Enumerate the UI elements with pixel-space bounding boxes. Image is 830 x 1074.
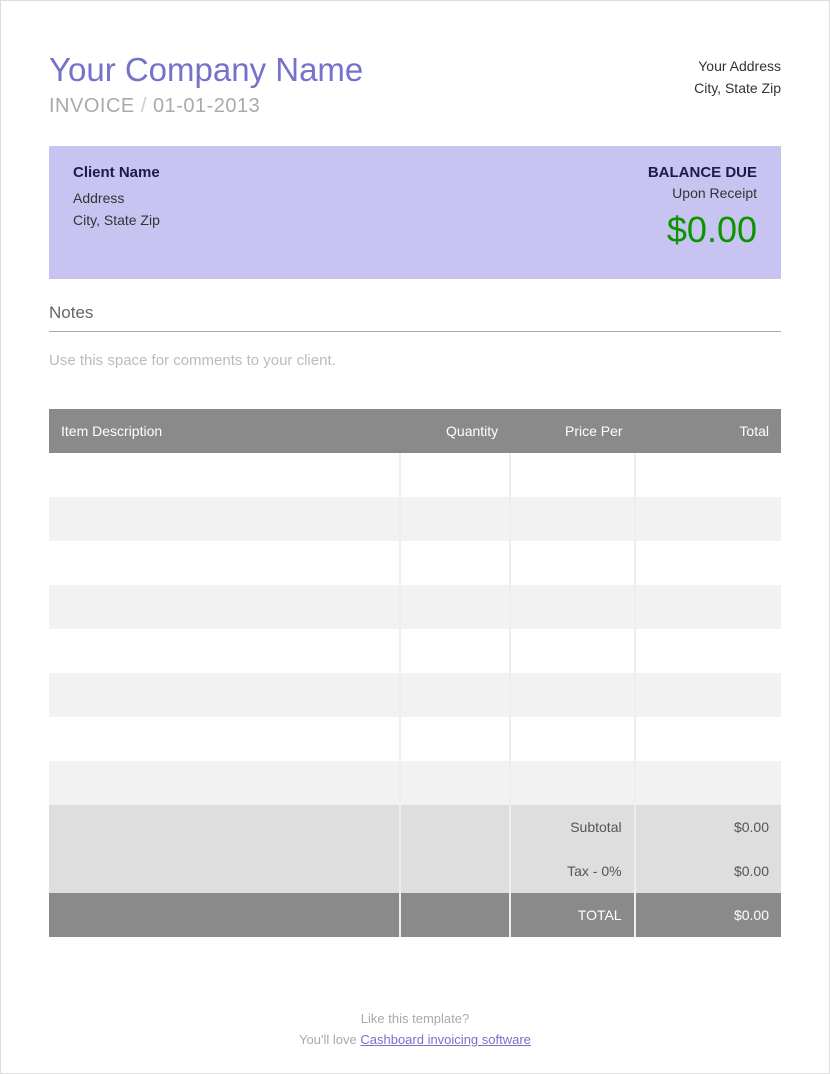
table-row <box>49 761 781 805</box>
client-address-line1: Address <box>73 187 160 209</box>
items-table-head: Item Description Quantity Price Per Tota… <box>49 409 781 453</box>
total-label: TOTAL <box>510 893 634 937</box>
footer-link[interactable]: Cashboard invoicing software <box>360 1032 531 1047</box>
table-cell-desc <box>49 673 400 717</box>
client-address-line2: City, State Zip <box>73 209 160 231</box>
notes-heading: Notes <box>49 303 781 323</box>
table-cell-total <box>635 761 781 805</box>
table-row <box>49 585 781 629</box>
table-row <box>49 453 781 497</box>
table-cell-qty <box>400 717 510 761</box>
table-row <box>49 673 781 717</box>
table-cell-price <box>510 541 634 585</box>
company-name: Your Company Name <box>49 51 363 89</box>
items-table: Item Description Quantity Price Per Tota… <box>49 409 781 937</box>
header-quantity: Quantity <box>400 409 510 453</box>
table-cell-total <box>635 453 781 497</box>
your-address-line1: Your Address <box>694 55 781 77</box>
subtotal-value: $0.00 <box>635 805 781 849</box>
footer: Like this template? You'll love Cashboar… <box>1 1009 829 1051</box>
table-cell-desc <box>49 761 400 805</box>
table-cell-price <box>510 673 634 717</box>
table-cell-total <box>635 717 781 761</box>
table-cell-desc <box>49 717 400 761</box>
table-cell-price <box>510 497 634 541</box>
table-cell-total <box>635 585 781 629</box>
table-row <box>49 541 781 585</box>
header-total: Total <box>635 409 781 453</box>
header: Your Company Name INVOICE / 01-01-2013 Y… <box>49 51 781 118</box>
subtotal-row: Subtotal $0.00 <box>49 805 781 849</box>
footer-line1: Like this template? <box>1 1009 829 1030</box>
table-cell-desc <box>49 497 400 541</box>
balance-amount: $0.00 <box>648 209 757 251</box>
total-row: TOTAL $0.00 <box>49 893 781 937</box>
table-row <box>49 717 781 761</box>
table-cell-qty <box>400 629 510 673</box>
table-cell-desc <box>49 541 400 585</box>
footer-line2: You'll love Cashboard invoicing software <box>1 1030 829 1051</box>
table-cell-total <box>635 673 781 717</box>
total-value: $0.00 <box>635 893 781 937</box>
items-table-body <box>49 453 781 805</box>
tax-row: Tax - 0% $0.00 <box>49 849 781 893</box>
table-cell-desc <box>49 453 400 497</box>
balance-due-label: BALANCE DUE <box>648 164 757 181</box>
header-description: Item Description <box>49 409 400 453</box>
table-cell-total <box>635 541 781 585</box>
table-cell-desc <box>49 629 400 673</box>
table-cell-price <box>510 453 634 497</box>
table-cell-price <box>510 717 634 761</box>
table-cell-total <box>635 629 781 673</box>
invoice-page: Your Company Name INVOICE / 01-01-2013 Y… <box>0 0 830 1074</box>
table-cell-qty <box>400 673 510 717</box>
header-left: Your Company Name INVOICE / 01-01-2013 <box>49 51 363 118</box>
client-right: BALANCE DUE Upon Receipt $0.00 <box>648 164 757 251</box>
table-cell-qty <box>400 453 510 497</box>
invoice-date: 01-01-2013 <box>153 95 260 117</box>
table-cell-qty <box>400 497 510 541</box>
table-cell-qty <box>400 585 510 629</box>
your-address-line2: City, State Zip <box>694 77 781 99</box>
tax-value: $0.00 <box>635 849 781 893</box>
footer-prefix: You'll love <box>299 1032 360 1047</box>
table-cell-qty <box>400 761 510 805</box>
balance-terms: Upon Receipt <box>648 185 757 201</box>
notes-placeholder: Use this space for comments to your clie… <box>49 352 781 369</box>
invoice-separator: / <box>141 95 153 117</box>
invoice-line: INVOICE / 01-01-2013 <box>49 95 363 118</box>
table-cell-price <box>510 585 634 629</box>
client-box: Client Name Address City, State Zip BALA… <box>49 146 781 279</box>
table-cell-desc <box>49 585 400 629</box>
items-table-summary: Subtotal $0.00 Tax - 0% $0.00 TOTAL $0.0… <box>49 805 781 937</box>
table-row <box>49 629 781 673</box>
header-price: Price Per <box>510 409 634 453</box>
subtotal-label: Subtotal <box>510 805 634 849</box>
notes-rule <box>49 331 781 332</box>
table-cell-total <box>635 497 781 541</box>
header-right: Your Address City, State Zip <box>694 51 781 118</box>
tax-label: Tax - 0% <box>510 849 634 893</box>
table-cell-price <box>510 629 634 673</box>
table-cell-price <box>510 761 634 805</box>
table-row <box>49 497 781 541</box>
client-left: Client Name Address City, State Zip <box>73 164 160 251</box>
table-cell-qty <box>400 541 510 585</box>
invoice-label: INVOICE <box>49 95 135 117</box>
client-name: Client Name <box>73 164 160 181</box>
